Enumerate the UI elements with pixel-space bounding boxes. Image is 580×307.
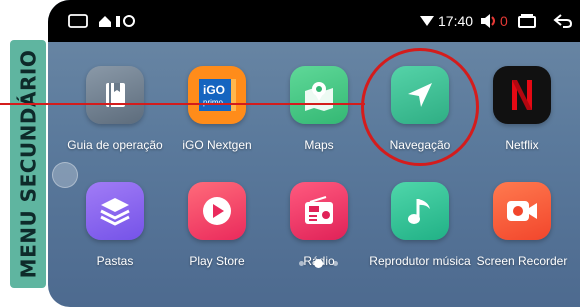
maps-icon <box>290 66 348 124</box>
app-label: Screen Recorder <box>476 254 568 268</box>
page-dot[interactable] <box>299 261 304 266</box>
volume-muted-icon[interactable] <box>480 0 498 42</box>
app-folders[interactable]: Pastas <box>63 182 167 290</box>
annotation-highlight-circle <box>361 48 479 166</box>
secondary-menu-label-text: MENU SECUNDÁRIO <box>16 49 40 279</box>
home-outline-icon[interactable] <box>68 0 88 42</box>
screen-recorder-icon <box>493 182 551 240</box>
secondary-menu-label: MENU SECUNDÁRIO <box>10 40 46 288</box>
app-igo[interactable]: iGO primo iGO Nextgen <box>165 66 269 174</box>
play-store-icon <box>188 182 246 240</box>
notification-icons <box>98 0 138 42</box>
app-screen-recorder[interactable]: Screen Recorder <box>470 182 574 290</box>
page-indicator[interactable] <box>296 258 340 268</box>
app-netflix[interactable]: Netflix <box>470 66 574 174</box>
app-music-player[interactable]: Reprodutor música <box>368 182 472 290</box>
app-label: Netflix <box>505 138 539 152</box>
music-note-icon <box>391 182 449 240</box>
folders-icon <box>86 182 144 240</box>
wifi-icon <box>420 0 434 42</box>
annotation-pointer-line <box>0 103 365 105</box>
page-dot[interactable] <box>333 261 338 266</box>
svg-text:iGO: iGO <box>203 83 225 97</box>
netflix-icon <box>493 66 551 124</box>
recents-icon[interactable] <box>518 0 536 42</box>
app-guide[interactable]: Guia de operação <box>63 66 167 174</box>
page-dot-active[interactable] <box>314 259 323 268</box>
app-play-store[interactable]: Play Store <box>165 182 269 290</box>
guide-book-icon <box>86 66 144 124</box>
igo-primo-icon: iGO primo <box>188 66 246 124</box>
app-radio[interactable]: Rádio <box>267 182 371 290</box>
radio-icon <box>290 182 348 240</box>
volume-value: 0 <box>500 13 508 29</box>
device-screen: 17:40 0 Guia de operação iGO iGO Nextgen… <box>48 0 580 307</box>
status-time: 17:40 <box>438 13 474 29</box>
app-maps[interactable]: Maps <box>267 66 371 174</box>
status-bar: 17:40 0 <box>48 0 580 42</box>
back-icon[interactable] <box>553 0 573 42</box>
